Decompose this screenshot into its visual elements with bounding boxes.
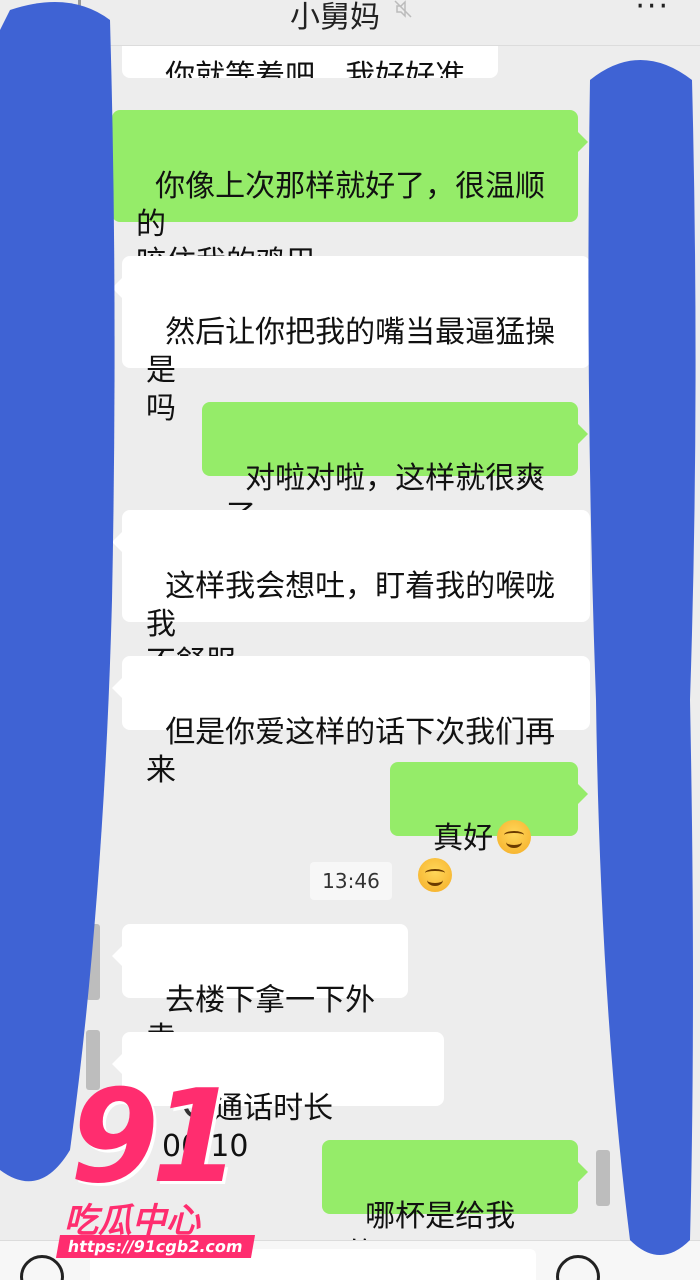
- watermark-logo: 91 吃瓜中心 https://91cgb2.com: [50, 1063, 260, 1265]
- watermark-number: 91: [70, 1063, 240, 1212]
- watermark-url: https://91cgb2.com: [55, 1235, 255, 1258]
